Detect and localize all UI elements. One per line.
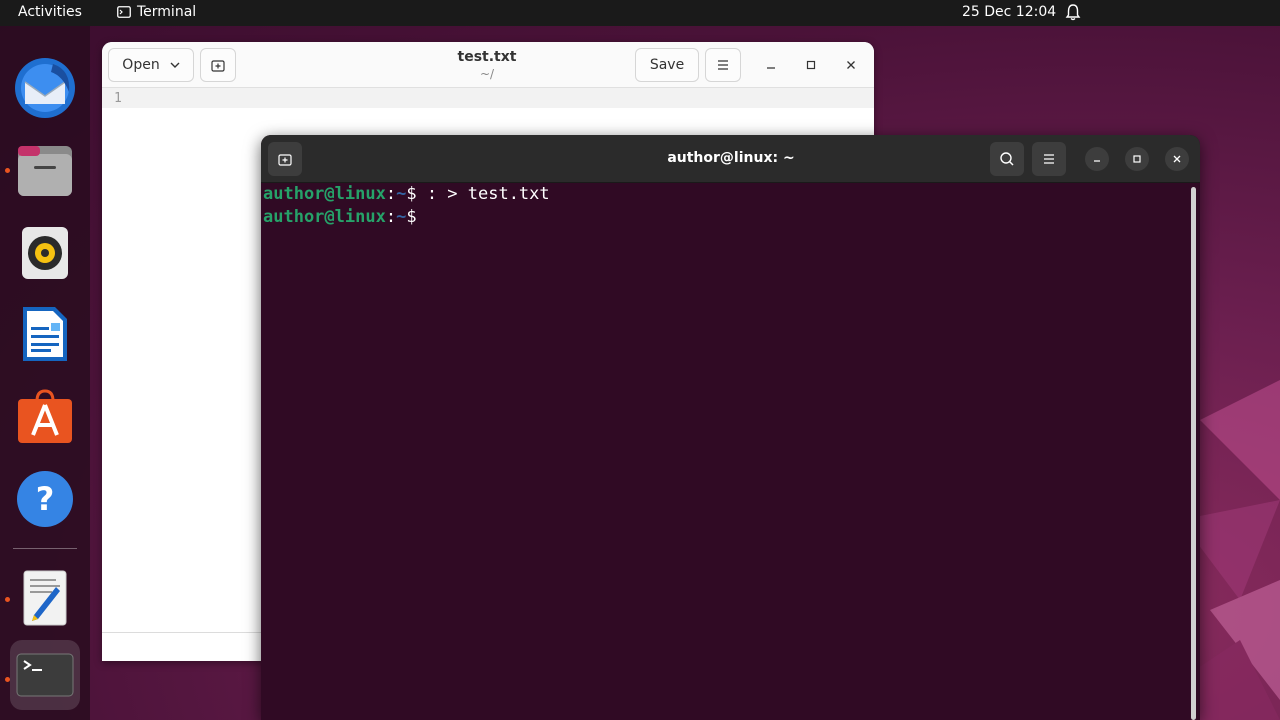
terminal-icon — [117, 6, 131, 18]
menu-button[interactable] — [705, 48, 741, 82]
prompt-separator: : — [385, 207, 397, 227]
terminal-scrollbar[interactable] — [1191, 187, 1196, 720]
open-button[interactable]: Open — [108, 48, 194, 82]
command-text: : > test.txt — [426, 184, 550, 204]
save-button[interactable]: Save — [635, 48, 699, 82]
hamburger-icon — [1044, 154, 1054, 164]
dock-item-app-center[interactable] — [10, 381, 80, 451]
new-tab-button[interactable] — [268, 142, 302, 176]
dock-item-files[interactable] — [10, 136, 80, 206]
line-number: 1 — [114, 91, 122, 106]
prompt-path: ~ — [396, 184, 407, 204]
new-tab-button[interactable] — [200, 48, 236, 82]
terminal-line: author@linux:~$ : > test.txt — [263, 183, 1183, 206]
dock-item-help[interactable]: ? — [10, 464, 80, 534]
dock-item-thunderbird[interactable] — [10, 53, 80, 123]
terminal-title: author@linux: ~ — [667, 150, 795, 166]
terminal-output[interactable]: author@linux:~$ : > test.txt author@linu… — [263, 183, 1183, 720]
open-button-label: Open — [122, 57, 160, 73]
app-menu[interactable]: Terminal — [117, 4, 196, 20]
terminal-headerbar: author@linux: ~ — [261, 135, 1200, 183]
close-icon — [1173, 155, 1181, 163]
close-button[interactable] — [839, 53, 863, 77]
maximize-icon — [806, 60, 816, 70]
document-path: ~/ — [479, 67, 495, 81]
dock: ? — [0, 26, 90, 720]
svg-text:?: ? — [36, 480, 55, 518]
bell-icon[interactable] — [1065, 3, 1081, 25]
mail-icon — [15, 58, 75, 118]
maximize-button[interactable] — [799, 53, 823, 77]
text-editor-headerbar: Open test.txt ~/ Save — [102, 42, 874, 88]
top-bar: Activities Terminal 25 Dec 12:04 — [0, 0, 1280, 26]
activities-button[interactable]: Activities — [18, 4, 82, 20]
document-title: test.txt — [457, 49, 517, 65]
prompt-symbol: $ — [406, 184, 427, 204]
hamburger-icon — [718, 60, 728, 70]
minimize-icon — [767, 67, 775, 69]
terminal-window: author@linux: ~ author@linux:~$ : > test… — [261, 135, 1200, 720]
dock-item-terminal[interactable] — [10, 640, 80, 710]
maximize-button[interactable] — [1125, 147, 1149, 171]
text-editor-icon — [23, 570, 67, 626]
minimize-icon — [1094, 160, 1100, 162]
prompt-path: ~ — [396, 207, 407, 227]
maximize-icon — [1133, 155, 1141, 163]
dock-item-rhythmbox[interactable] — [10, 218, 80, 288]
speaker-icon — [22, 227, 68, 279]
search-icon — [1000, 152, 1014, 166]
folder-icon — [18, 146, 72, 196]
dock-separator — [13, 548, 77, 549]
close-button[interactable] — [1165, 147, 1189, 171]
store-icon — [18, 389, 72, 443]
prompt-separator: : — [385, 184, 397, 204]
dock-item-libreoffice-writer[interactable] — [10, 299, 80, 369]
terminal-line: author@linux:~$ — [263, 206, 1183, 229]
dock-item-text-editor[interactable] — [10, 563, 80, 633]
minimize-button[interactable] — [1085, 147, 1109, 171]
search-button[interactable] — [990, 142, 1024, 176]
chevron-down-icon — [170, 62, 180, 68]
prompt-user: author@linux — [263, 184, 386, 204]
document-icon — [23, 307, 67, 361]
clock[interactable]: 25 Dec 12:04 — [962, 4, 1056, 20]
menu-button[interactable] — [1032, 142, 1066, 176]
app-menu-label: Terminal — [137, 4, 197, 20]
prompt-user: author@linux — [263, 207, 386, 227]
help-icon: ? — [17, 471, 73, 527]
save-button-label: Save — [649, 57, 685, 73]
close-icon — [847, 61, 855, 69]
new-tab-icon — [278, 154, 292, 166]
new-tab-icon — [211, 60, 225, 72]
terminal-icon — [16, 653, 74, 697]
minimize-button[interactable] — [759, 53, 783, 77]
prompt-symbol: $ — [406, 207, 427, 227]
